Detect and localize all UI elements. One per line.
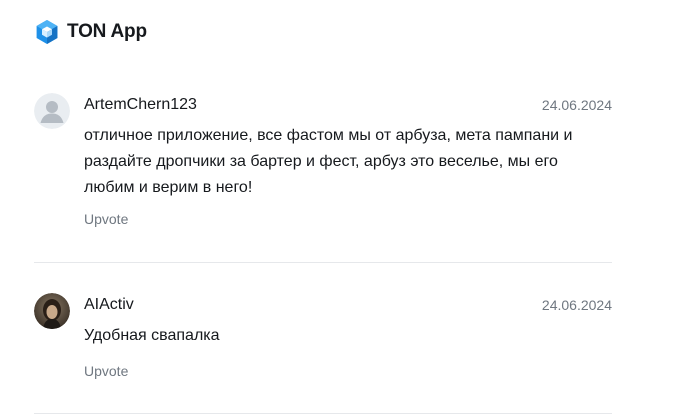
upvote-button[interactable]: Upvote [84,363,128,379]
app-title: TON App [67,21,147,42]
user-photo-avatar [34,293,70,329]
ton-app-logo-icon [36,20,58,44]
page: TON App ArtemChern123 24.06.2024 отлично… [0,0,692,418]
review-author[interactable]: ArtemChern123 [84,96,197,114]
review-text: Удобная свапалка [84,327,220,344]
review-author[interactable]: AIActiv [84,296,134,314]
review-date: 24.06.2024 [541,297,612,313]
review-date: 24.06.2024 [541,97,612,113]
upvote-button[interactable]: Upvote [84,211,128,227]
divider [34,413,612,414]
default-user-avatar-icon [34,93,70,129]
divider [34,262,612,263]
review-text: отличное приложение, все фастом мы от ар… [84,127,573,196]
header: TON App [34,18,147,46]
